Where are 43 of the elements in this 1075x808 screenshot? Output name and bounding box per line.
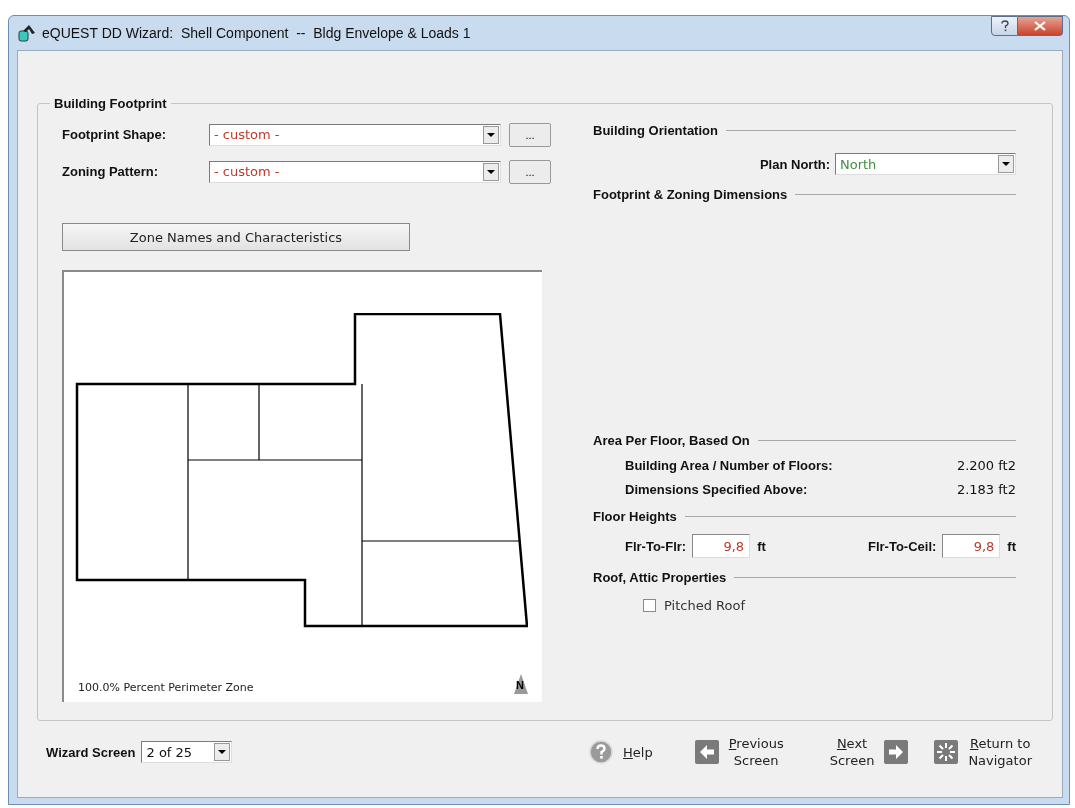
dropdown-field[interactable]: 2 of 25 [141,741,233,763]
section-heading: Building Orientation [593,122,718,138]
field-label: Building Area / Number of Floors: [625,458,833,473]
checkbox-label: Pitched Roof [664,598,745,613]
height-input[interactable]: 9,8 [942,534,1001,558]
perimeter-caption: 100.0% Percent Perimeter Zone [78,681,254,694]
browse-button[interactable]: ... [509,122,551,147]
height-input[interactable]: 9,8 [692,534,751,558]
checkbox[interactable] [643,599,656,612]
section-heading: Area Per Floor, Based On [593,432,750,448]
unit-label: ft [757,538,766,554]
field-label: Plan North: [759,156,830,172]
zone-names-button[interactable]: Zone Names and Characteristics [62,223,410,251]
field-label: Flr-To-Ceil: [867,538,937,554]
app-icon [17,24,37,42]
field-label: Zoning Pattern: [62,164,160,179]
area-value: 2.200 ft2 [956,458,1016,473]
close-button[interactable] [1018,16,1063,36]
dropdown-field[interactable]: North [835,153,1016,175]
field-label: Dimensions Specified Above: [625,482,808,497]
unit-label: ft [1007,538,1016,554]
help-button[interactable] [991,16,1018,36]
field-label: Footprint Shape: [62,127,167,142]
window-title: eQUEST DD Wizard: Shell Component -- Bldg Envelope & Loads 1 [42,25,472,41]
help-icon[interactable] [589,740,614,764]
next-link[interactable]: Next Screen [829,735,875,769]
north-arrow-icon: N [514,674,528,694]
area-value: 2.183 ft2 [956,482,1016,497]
field-label: Wizard Screen [46,744,136,760]
browse-button[interactable]: ... [509,159,551,184]
question-mark-icon [999,20,1010,32]
help-link[interactable]: Help [623,743,653,761]
close-icon [1034,21,1046,31]
dropdown-field[interactable]: - custom - [209,123,501,146]
section-heading: Footprint & Zoning Dimensions [593,186,788,202]
dropdown-field[interactable]: - custom - [209,160,501,183]
section-heading: Roof, Attic Properties [593,569,727,585]
starburst-icon[interactable] [934,740,959,764]
previous-link[interactable]: Previous Screen [728,735,784,769]
group-title: Building Footprint [53,96,168,111]
field-label: Flr-To-Flr: [625,538,687,554]
navigator-link[interactable]: Return to Navigator [968,735,1032,769]
section-heading: Floor Heights [593,508,677,524]
